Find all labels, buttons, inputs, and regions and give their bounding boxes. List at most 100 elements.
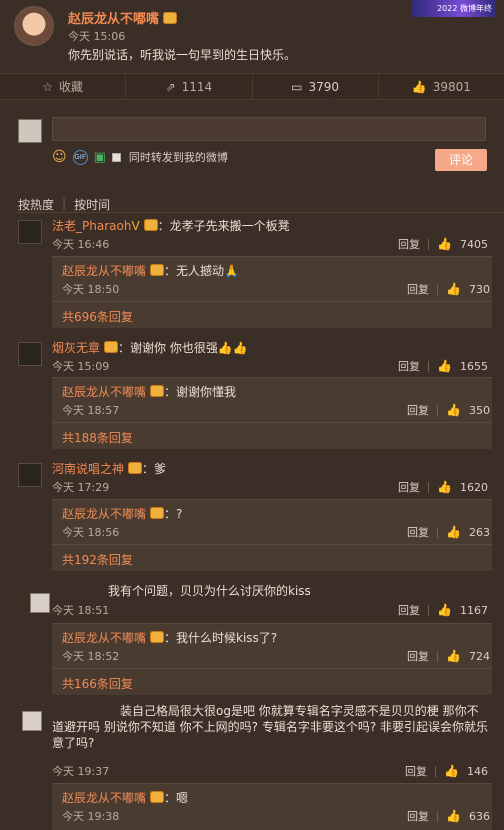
separator bbox=[437, 526, 439, 538]
member-badge-icon bbox=[128, 462, 143, 474]
reply-button[interactable]: 回复 bbox=[405, 763, 427, 779]
comment-likes: 7405 bbox=[460, 237, 488, 251]
like-count: 39801 bbox=[432, 79, 471, 94]
reply-footer: 共166条回复 bbox=[52, 668, 492, 696]
reply-button[interactable]: 回复 bbox=[407, 524, 429, 540]
comment-input[interactable] bbox=[52, 117, 486, 141]
reply-button[interactable]: 回复 bbox=[398, 602, 420, 618]
reply-user[interactable]: 赵辰龙从不嘟嘴 bbox=[62, 507, 146, 521]
post-author-name[interactable]: 赵辰龙从不嘟嘴 bbox=[68, 12, 159, 27]
thumbs-up-icon[interactable]: 👍 bbox=[446, 403, 461, 417]
reply-text: ：无人撼动🙏 bbox=[164, 264, 239, 278]
forward-label: 同时转发到我的微博 bbox=[128, 151, 228, 164]
member-badge-icon bbox=[104, 341, 119, 353]
more-replies-link[interactable]: 共188条回复 bbox=[62, 429, 133, 446]
more-replies-link[interactable]: 共192条回复 bbox=[62, 551, 133, 568]
author-avatar[interactable] bbox=[14, 6, 54, 46]
sort-by-time[interactable]: 按时间 bbox=[74, 196, 110, 213]
post-header: 赵辰龙从不嘟嘴 今天 15:06 你先别说话，听我说一句早到的生日快乐。 202… bbox=[0, 0, 504, 72]
reply-box: 赵辰龙从不嘟嘴 ：我什么时候kiss了? 今天 18:52 回复 👍 724 共1… bbox=[52, 623, 492, 695]
reply-button[interactable]: 回复 bbox=[407, 808, 429, 824]
reply-button[interactable]: 回复 bbox=[398, 479, 420, 495]
more-replies-link[interactable]: 共166条回复 bbox=[62, 675, 133, 692]
my-avatar bbox=[18, 119, 42, 143]
repost-icon: ⇗ bbox=[165, 79, 176, 94]
reply-button[interactable]: 回复 bbox=[407, 281, 429, 297]
like-button[interactable]: 👍 39801 bbox=[379, 74, 504, 99]
comment-likes: 146 bbox=[467, 764, 488, 778]
comment-count: 3790 bbox=[308, 79, 340, 94]
divider bbox=[14, 212, 504, 213]
reply-text: ：嗯 bbox=[164, 791, 189, 805]
submit-comment-button[interactable]: 评论 bbox=[435, 149, 487, 171]
reply-likes: 724 bbox=[469, 649, 490, 663]
comment-user[interactable]: 烟灰无章 bbox=[52, 341, 100, 355]
thumbs-up-icon[interactable]: 👍 bbox=[446, 649, 461, 663]
reply-text: ：我什么时候kiss了? bbox=[164, 631, 278, 645]
thumbs-up-icon[interactable]: 👍 bbox=[446, 525, 461, 539]
reply-text: ：谢谢你懂我 bbox=[164, 385, 237, 399]
reply-user[interactable]: 赵辰龙从不嘟嘴 bbox=[62, 631, 146, 645]
favorite-label: 收藏 bbox=[59, 80, 84, 94]
comment-item: 河南说唱之神 ：爹 今天 17:29 回复 👍 1620 赵辰龙从不嘟嘴：? 今天… bbox=[0, 461, 504, 581]
sort-by-hot[interactable]: 按热度 bbox=[18, 196, 54, 213]
comment-item: 烟灰无章 ：谢谢你 你也很强👍👍 今天 15:09 回复 👍 1655 赵辰龙从不… bbox=[0, 340, 504, 460]
thumbs-up-icon[interactable]: 👍 bbox=[437, 603, 452, 617]
separator bbox=[428, 481, 430, 493]
thumbs-up-icon[interactable]: 👍 bbox=[437, 359, 452, 373]
separator bbox=[428, 360, 430, 372]
more-replies-link[interactable]: 共696条回复 bbox=[62, 308, 133, 325]
thumbs-up-icon: 👍 bbox=[411, 79, 427, 94]
comment-avatar[interactable] bbox=[18, 463, 42, 487]
post-author[interactable]: 赵辰龙从不嘟嘴 bbox=[68, 8, 178, 27]
comment-avatar[interactable] bbox=[30, 593, 50, 613]
reply-user[interactable]: 赵辰龙从不嘟嘴 bbox=[62, 264, 146, 278]
comment-user[interactable]: 法老_Pharaoh bbox=[52, 219, 131, 233]
post-text: 你先别说话，听我说一句早到的生日快乐。 bbox=[68, 48, 297, 62]
comment-item: 装自己格局很大很og是吧 你就算专辑名字灵感不是贝贝的梗 那你不道避开吗 别说你… bbox=[0, 703, 504, 830]
reply-footer: 共192条回复 bbox=[52, 544, 492, 572]
member-badge-icon bbox=[143, 219, 158, 231]
reply-button[interactable]: 回复 bbox=[407, 402, 429, 418]
thumbs-up-icon[interactable]: 👍 bbox=[437, 237, 452, 251]
repost-button[interactable]: ⇗ 1114 bbox=[126, 74, 253, 99]
event-banner[interactable]: 2022 微博年终 bbox=[412, 0, 496, 17]
star-icon: ☆ bbox=[42, 79, 53, 94]
comment-avatar[interactable] bbox=[18, 220, 42, 244]
reply-user[interactable]: 赵辰龙从不嘟嘴 bbox=[62, 791, 146, 805]
comment-avatar[interactable] bbox=[22, 711, 42, 731]
thumbs-up-icon[interactable]: 👍 bbox=[446, 809, 461, 823]
comment-text: 装自己格局很大很og是吧 你就算专辑名字灵感不是贝贝的梗 那你不道避开吗 别说你… bbox=[52, 704, 488, 750]
comment-item: 我有个问题，贝贝为什么讨厌你的kiss 今天 18:51 回复 👍 1167 赵… bbox=[0, 583, 504, 703]
comment-text: ：爹 bbox=[142, 462, 167, 476]
comment-likes: 1620 bbox=[460, 480, 488, 494]
sort-divider: | bbox=[62, 196, 67, 210]
emoji-icon[interactable]: ☺ bbox=[52, 149, 67, 165]
comment-text: ：龙孝子先来搬一个板凳 bbox=[157, 219, 290, 233]
member-badge-icon bbox=[150, 631, 165, 643]
reply-button[interactable]: 回复 bbox=[407, 648, 429, 664]
member-badge-icon bbox=[150, 791, 165, 803]
reply-likes: 350 bbox=[469, 403, 490, 417]
comment-user[interactable]: 河南说唱之神 bbox=[52, 462, 124, 476]
comment-avatar[interactable] bbox=[18, 342, 42, 366]
reply-box: 赵辰龙从不嘟嘴 ：无人撼动🙏 今天 18:50 回复 👍 730 共696条回复 bbox=[52, 256, 492, 328]
member-badge-icon bbox=[150, 264, 165, 276]
reply-button[interactable]: 回复 bbox=[398, 236, 420, 252]
thumbs-up-icon[interactable]: 👍 bbox=[437, 480, 452, 494]
favorite-button[interactable]: ☆ 收藏 bbox=[0, 74, 127, 99]
reply-button[interactable]: 回复 bbox=[398, 358, 420, 374]
image-icon[interactable]: ▣ bbox=[94, 150, 106, 165]
member-badge-icon bbox=[163, 12, 178, 24]
comment-tab-button[interactable]: ▭ 3790 bbox=[253, 74, 379, 99]
comment-compose: ☺ GIF ▣ 同时转发到我的微博 评论 bbox=[0, 103, 504, 183]
gif-icon[interactable]: GIF bbox=[72, 149, 88, 165]
reply-text: ：? bbox=[164, 507, 183, 521]
thumbs-up-icon[interactable]: 👍 bbox=[446, 282, 461, 296]
thumbs-up-icon[interactable]: 👍 bbox=[444, 764, 459, 778]
reply-user[interactable]: 赵辰龙从不嘟嘴 bbox=[62, 385, 146, 399]
verified-v-badge: V bbox=[131, 219, 140, 233]
reply-likes: 730 bbox=[469, 282, 490, 296]
comment-text: ：谢谢你 你也很强👍👍 bbox=[118, 341, 248, 355]
forward-checkbox[interactable] bbox=[111, 152, 121, 162]
